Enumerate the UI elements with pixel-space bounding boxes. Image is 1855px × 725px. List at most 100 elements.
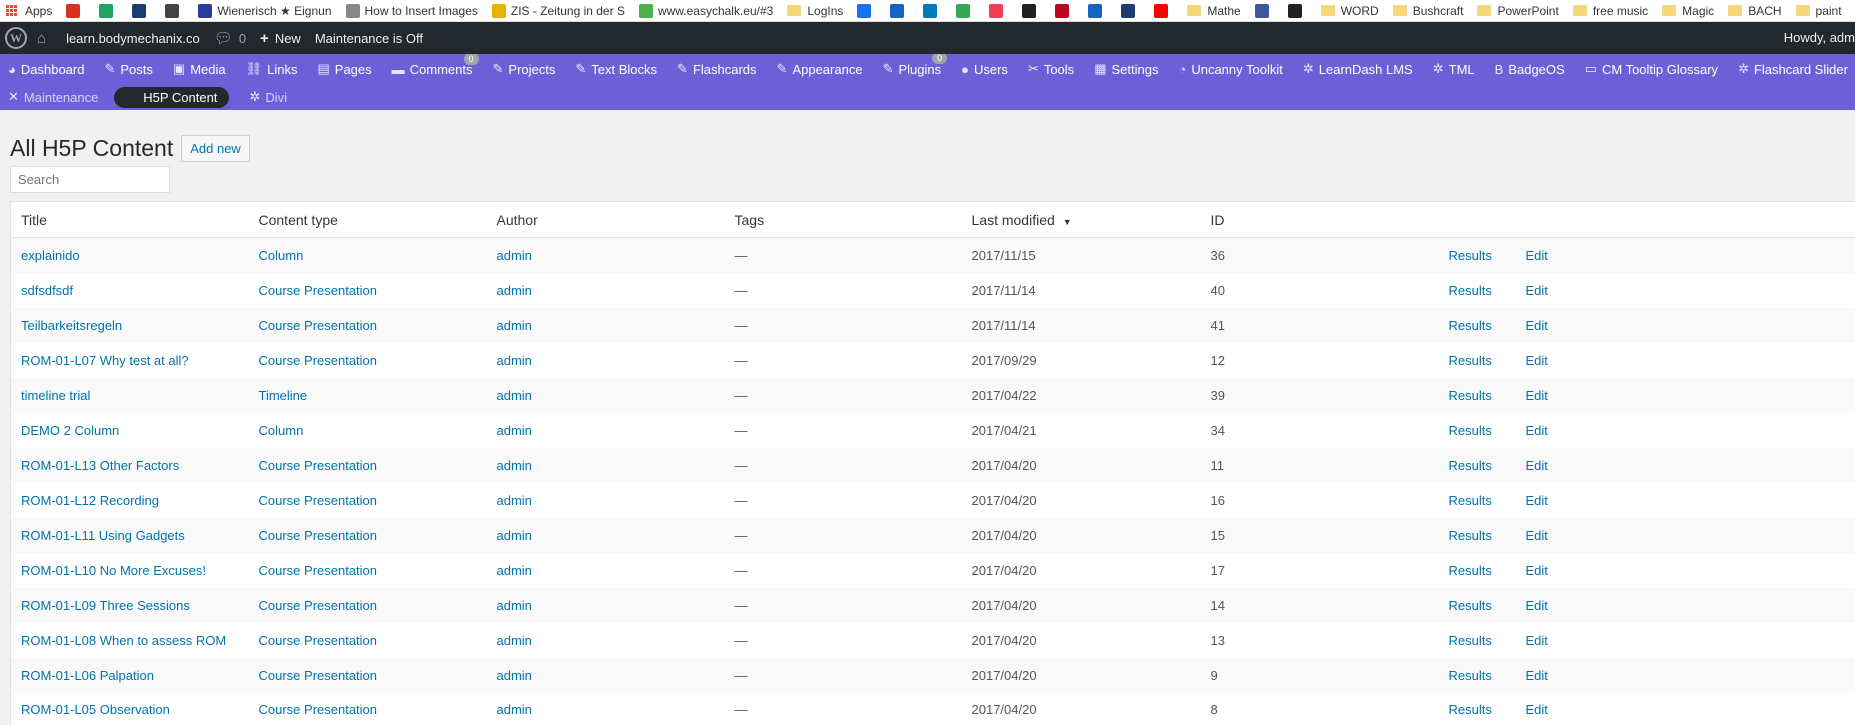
results-link[interactable]: Results [1449, 388, 1492, 403]
menu-item-text-blocks[interactable]: ✎ Text Blocks [567, 61, 657, 77]
bookmark-item[interactable] [1287, 3, 1307, 18]
cell-title-text[interactable]: ROM-01-L08 When to assess ROM [21, 633, 226, 648]
cell-author-text[interactable]: admin [497, 563, 532, 578]
menu-item-links[interactable]: ⛓ Links [238, 61, 298, 77]
cell-content-type-text[interactable]: Course Presentation [259, 353, 378, 368]
bookmark-item[interactable]: www.easychalk.eu/#3 [638, 3, 773, 18]
edit-link[interactable]: Edit [1526, 528, 1548, 543]
bookmark-item[interactable] [1055, 3, 1074, 18]
edit-link[interactable]: Edit [1526, 248, 1548, 263]
menu-item-h5p-content[interactable]: ● H5P Content [114, 86, 230, 108]
cell-content-type-text[interactable]: Course Presentation [259, 633, 378, 648]
cell-content-type-text[interactable]: Course Presentation [259, 702, 378, 717]
edit-link[interactable]: Edit [1526, 598, 1548, 613]
cell-author-text[interactable]: admin [497, 702, 532, 717]
edit-link[interactable]: Edit [1526, 493, 1548, 508]
bookmark-item[interactable] [956, 3, 975, 18]
menu-item-tml[interactable]: ✲ TML [1425, 61, 1475, 77]
menu-item-cm-tooltip-glossary[interactable]: ▭ CM Tooltip Glossary [1577, 61, 1718, 77]
bookmark-item[interactable]: paint [1795, 4, 1842, 18]
cell-author-text[interactable]: admin [497, 353, 532, 368]
cell-title-text[interactable]: ROM-01-L05 Observation [21, 702, 170, 717]
wordpress-logo-icon[interactable]: W [5, 27, 27, 49]
menu-item-appearance[interactable]: ✎ Appearance [769, 61, 863, 77]
cell-author-text[interactable]: admin [497, 423, 532, 438]
edit-link[interactable]: Edit [1526, 563, 1548, 578]
bookmark-item[interactable]: Apps [0, 4, 52, 18]
column-header-tags[interactable]: Tags [724, 201, 962, 238]
results-link[interactable]: Results [1449, 423, 1492, 438]
cell-author-text[interactable]: admin [497, 283, 532, 298]
cell-content-type-text[interactable]: Course Presentation [259, 458, 378, 473]
bookmark-item[interactable]: How to Insert Images [345, 3, 478, 18]
bookmark-item[interactable] [989, 3, 1008, 18]
menu-item-divi[interactable]: ✲ Divi [241, 89, 287, 105]
menu-item-maintenance[interactable]: ✕ Maintenance [0, 89, 98, 105]
column-header-author[interactable]: Author [486, 201, 725, 238]
bookmark-item[interactable]: Wienerisch ★ Eignun [198, 3, 332, 18]
cell-content-type-text[interactable]: Course Presentation [259, 563, 378, 578]
home-icon[interactable]: ⌂ [37, 30, 52, 47]
results-link[interactable]: Results [1449, 493, 1492, 508]
column-header-last-modified[interactable]: Last modified ▼ [961, 201, 1201, 238]
results-link[interactable]: Results [1449, 702, 1492, 717]
results-link[interactable]: Results [1449, 563, 1492, 578]
cell-content-type-text[interactable]: Course Presentation [259, 283, 378, 298]
new-content-button[interactable]: + New [260, 30, 301, 47]
cell-author-text[interactable]: admin [497, 318, 532, 333]
bookmark-item[interactable] [132, 3, 151, 18]
results-link[interactable]: Results [1449, 598, 1492, 613]
results-link[interactable]: Results [1449, 318, 1492, 333]
menu-item-users[interactable]: ● Users [953, 62, 1008, 77]
edit-link[interactable]: Edit [1526, 702, 1548, 717]
results-link[interactable]: Results [1449, 528, 1492, 543]
bookmark-item[interactable]: free music [1572, 4, 1648, 18]
bookmark-item[interactable]: WORD [1320, 4, 1379, 18]
cell-content-type-text[interactable]: Column [259, 248, 304, 263]
bookmark-item[interactable] [1022, 3, 1041, 18]
cell-content-type-text[interactable]: Course Presentation [259, 528, 378, 543]
maintenance-status[interactable]: Maintenance is Off [315, 31, 423, 46]
cell-author-text[interactable]: admin [497, 528, 532, 543]
results-link[interactable]: Results [1449, 668, 1492, 683]
bookmark-item[interactable] [99, 3, 118, 18]
cell-content-type-text[interactable]: Course Presentation [259, 598, 378, 613]
menu-item-plugins[interactable]: ✎ Plugins 0 [875, 54, 948, 77]
bookmark-item[interactable] [890, 3, 909, 18]
bookmark-item[interactable] [1088, 3, 1107, 18]
menu-item-learndash-lms[interactable]: ✲ LearnDash LMS [1295, 61, 1413, 77]
cell-title-text[interactable]: Teilbarkeitsregeln [21, 318, 122, 333]
results-link[interactable]: Results [1449, 283, 1492, 298]
cell-title-text[interactable]: sdfsdfsdf [21, 283, 73, 298]
column-header-title[interactable]: Title [10, 201, 249, 238]
cell-author-text[interactable]: admin [497, 248, 532, 263]
results-link[interactable]: Results [1449, 248, 1492, 263]
results-link[interactable]: Results [1449, 633, 1492, 648]
edit-link[interactable]: Edit [1526, 458, 1548, 473]
bookmark-item[interactable] [1154, 3, 1173, 18]
cell-title-text[interactable]: ROM-01-L10 No More Excuses! [21, 563, 206, 578]
cell-author-text[interactable]: admin [497, 388, 532, 403]
column-header-content-type[interactable]: Content type [248, 201, 487, 238]
cell-title-text[interactable]: ROM-01-L09 Three Sessions [21, 598, 190, 613]
menu-item-media[interactable]: ▣ Media [165, 61, 226, 77]
cell-title-text[interactable]: explainido [21, 248, 80, 263]
bookmark-item[interactable]: Mathe [1187, 4, 1241, 18]
bookmark-item[interactable]: BACH [1728, 4, 1782, 18]
site-name-link[interactable]: learn.bodymechanix.co [66, 31, 200, 46]
menu-item-posts[interactable]: ✎ Posts [96, 61, 152, 77]
cell-content-type-text[interactable]: Course Presentation [259, 668, 378, 683]
cell-title-text[interactable]: ROM-01-L06 Palpation [21, 668, 154, 683]
cell-title-text[interactable]: DEMO 2 Column [21, 423, 119, 438]
add-new-button[interactable]: Add new [181, 135, 250, 162]
menu-item-badgeos[interactable]: B BadgeOS [1487, 62, 1565, 77]
results-link[interactable]: Results [1449, 353, 1492, 368]
edit-link[interactable]: Edit [1526, 318, 1548, 333]
bookmark-item[interactable]: Bushcraft [1392, 4, 1463, 18]
bookmark-item[interactable]: LogIns [787, 4, 843, 18]
menu-item-flashcard-slider[interactable]: ✲ Flashcard Slider [1730, 61, 1848, 77]
results-link[interactable]: Results [1449, 458, 1492, 473]
menu-item-dashboard[interactable]: ◕ Dashboard [0, 62, 84, 77]
cell-title-text[interactable]: ROM-01-L12 Recording [21, 493, 159, 508]
howdy-user-menu[interactable]: Howdy, adm [1784, 22, 1855, 54]
